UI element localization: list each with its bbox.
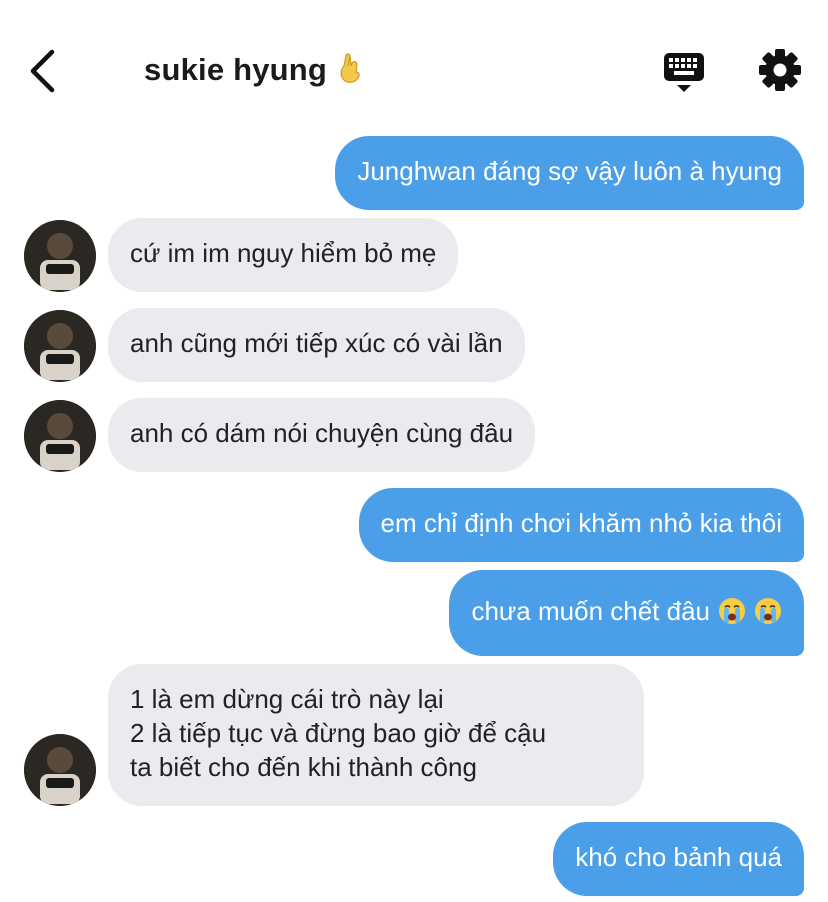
message-text: chưa muốn chết đâu: [471, 596, 710, 626]
avatar[interactable]: [24, 400, 96, 472]
contact-name: sukie hyung: [144, 52, 328, 87]
avatar[interactable]: [24, 734, 96, 806]
keyboard-button[interactable]: [662, 50, 706, 94]
crying-face-emoji-icon: [718, 597, 746, 633]
crying-face-emoji-icon: [754, 597, 782, 633]
contact-name-title: sukie hyung: [144, 52, 363, 92]
message-text: em chỉ định chơi khăm nhỏ kia thôi: [380, 508, 782, 538]
chat-header: sukie hyung: [0, 0, 828, 130]
chevron-left-icon: [30, 49, 55, 93]
outgoing-message[interactable]: chưa muốn chết đâu: [449, 570, 804, 656]
crossed-fingers-emoji-icon: [337, 52, 363, 92]
avatar[interactable]: [24, 220, 96, 292]
incoming-message[interactable]: 1 là em dừng cái trò này lại 2 là tiếp t…: [108, 664, 644, 806]
incoming-message[interactable]: cứ im im nguy hiểm bỏ mẹ: [108, 218, 459, 292]
message-text: anh cũng mới tiếp xúc có vài lần: [130, 328, 503, 358]
keyboard-icon: [664, 53, 704, 92]
gear-icon: [759, 49, 801, 91]
incoming-message[interactable]: anh cũng mới tiếp xúc có vài lần: [108, 308, 525, 382]
incoming-message[interactable]: anh có dám nói chuyện cùng đâu: [108, 398, 536, 472]
back-button[interactable]: [22, 46, 66, 96]
message-line: 1 là em dừng cái trò này lại: [130, 684, 444, 714]
message-line: 2 là tiếp tục và đừng bao giờ để cậu: [130, 718, 547, 748]
message-text: khó cho bảnh quá: [575, 842, 782, 872]
settings-button[interactable]: [758, 48, 802, 92]
outgoing-message[interactable]: em chỉ định chơi khăm nhỏ kia thôi: [358, 488, 804, 562]
outgoing-message[interactable]: Junghwan đáng sợ vậy luôn à hyung: [335, 136, 804, 210]
message-line: ta biết cho đến khi thành công: [130, 752, 477, 782]
outgoing-message[interactable]: khó cho bảnh quá: [553, 822, 804, 896]
avatar[interactable]: [24, 310, 96, 382]
message-text: anh có dám nói chuyện cùng đâu: [130, 418, 514, 448]
message-text: Junghwan đáng sợ vậy luôn à hyung: [357, 156, 782, 186]
message-text: cứ im im nguy hiểm bỏ mẹ: [130, 238, 437, 268]
